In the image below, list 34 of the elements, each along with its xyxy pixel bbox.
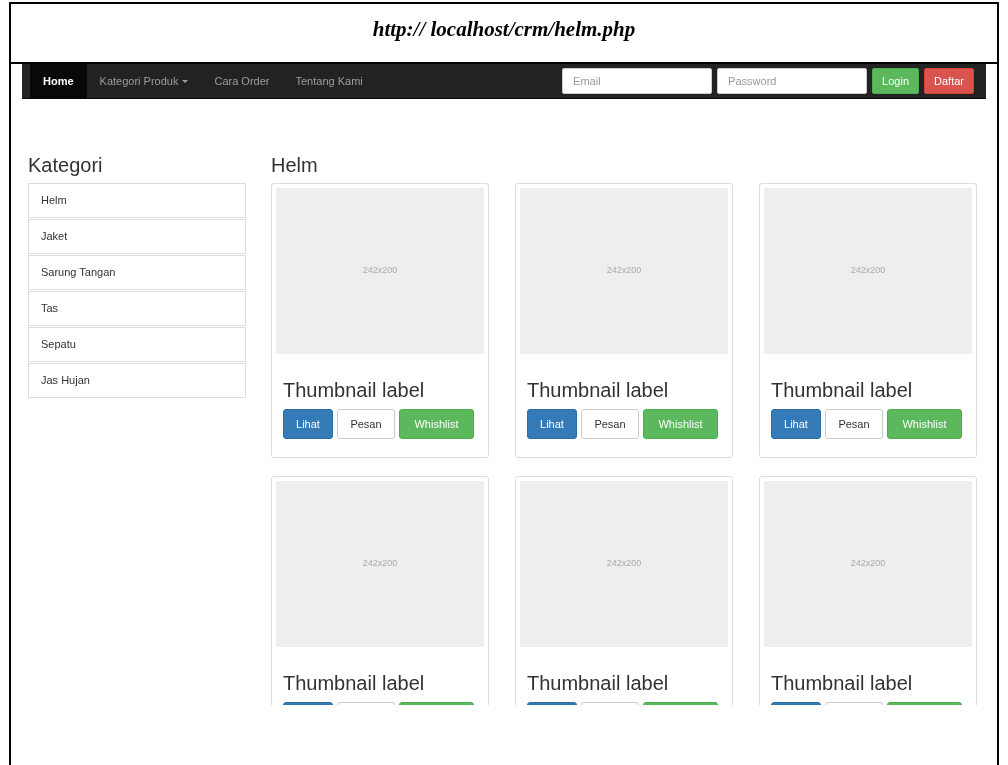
section-title: Helm bbox=[271, 153, 318, 177]
order-button[interactable]: Pesan bbox=[337, 409, 395, 439]
placeholder-size-text: 242x200 bbox=[362, 557, 398, 571]
category-item[interactable]: Jas Hujan bbox=[28, 363, 246, 398]
order-button[interactable]: Pesan bbox=[825, 409, 883, 439]
placeholder-size-text: 242x200 bbox=[606, 557, 642, 571]
category-item[interactable]: Sepatu bbox=[28, 327, 246, 362]
category-item[interactable]: Jaket bbox=[28, 219, 246, 254]
password-field[interactable]: Password bbox=[717, 68, 868, 94]
card-title: Thumbnail label bbox=[527, 378, 669, 402]
category-item[interactable]: Helm bbox=[28, 183, 246, 218]
sidebar-title: Kategori bbox=[28, 153, 104, 177]
page-url-caption: http:// localhost/crm/helm.php bbox=[372, 16, 636, 43]
register-button[interactable]: Daftar bbox=[924, 68, 974, 94]
view-button[interactable]: Lihat bbox=[527, 409, 577, 439]
nav-link[interactable]: Cara Order bbox=[201, 64, 283, 98]
card-title: Thumbnail label bbox=[283, 378, 425, 402]
placeholder-size-text: 242x200 bbox=[606, 264, 642, 278]
category-item[interactable]: Tas bbox=[28, 291, 246, 326]
category-item[interactable]: Sarung Tangan bbox=[28, 255, 246, 290]
view-button[interactable]: Lihat bbox=[283, 409, 333, 439]
email-field[interactable]: Email bbox=[562, 68, 713, 94]
placeholder-size-text: 242x200 bbox=[850, 557, 886, 571]
order-button[interactable]: Pesan bbox=[581, 409, 639, 439]
view-button[interactable]: Lihat bbox=[771, 409, 821, 439]
placeholder-size-text: 242x200 bbox=[362, 264, 398, 278]
placeholder-size-text: 242x200 bbox=[850, 264, 886, 278]
card-title: Thumbnail label bbox=[771, 378, 913, 402]
card-title: Thumbnail label bbox=[527, 671, 669, 695]
nav-link[interactable]: Kategori Produk bbox=[86, 64, 202, 98]
nav-link[interactable]: Tentang Kami bbox=[282, 64, 376, 98]
card-title: Thumbnail label bbox=[771, 671, 913, 695]
nav-link[interactable]: Home bbox=[30, 64, 87, 98]
card-title: Thumbnail label bbox=[283, 671, 425, 695]
